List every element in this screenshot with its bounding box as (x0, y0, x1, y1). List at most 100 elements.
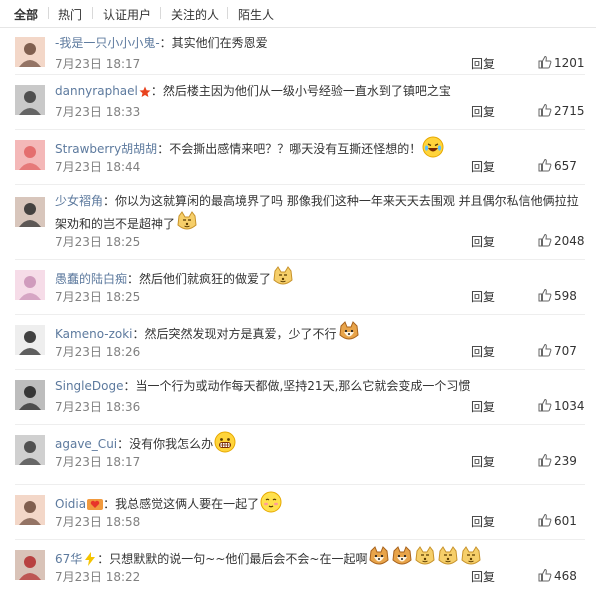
tab-divider (48, 7, 49, 19)
avatar-pink-icon[interactable] (15, 270, 45, 300)
like-count: 468 (554, 569, 577, 583)
thumbs-up-icon (538, 513, 552, 530)
tab-strangers[interactable]: 陌生人 (238, 6, 274, 23)
reply-button[interactable]: 回复 (471, 453, 495, 470)
avatar-girl-icon[interactable] (15, 37, 45, 67)
blush-emoji-icon (260, 491, 282, 519)
thumbs-up-icon (538, 55, 552, 72)
comment-text: ：只想默默的说一句~~他们最后会不会~在一起啊 (97, 552, 368, 566)
like-button[interactable]: 468 (538, 568, 577, 585)
comment-username[interactable]: agave_Cui (55, 437, 117, 451)
grin-emoji-icon (214, 431, 236, 459)
comment-timestamp: 7月23日 18:44 (55, 160, 141, 174)
comment-username[interactable]: 67华 (55, 552, 82, 566)
tab-divider (160, 7, 161, 19)
like-button[interactable]: 2715 (538, 103, 585, 120)
like-button[interactable]: 707 (538, 343, 577, 360)
comment-text: ：没有你我怎么办 (117, 437, 214, 451)
comment-timestamp: 7月23日 18:22 (55, 570, 141, 584)
avatar-cartoon-icon[interactable] (15, 140, 45, 170)
comment-item: 愚蠢的陆白痴：然后他们就疯狂的做爱了 7月23日 18:25 回复 598 (0, 260, 596, 315)
thumbs-up-icon (538, 103, 552, 120)
like-count: 657 (554, 159, 577, 173)
comment-text: ：然后楼主因为他们从一级小号经验一直水到了镇吧之宝 (150, 84, 451, 98)
comment-body: SingleDoge：当一个行为或动作每天都做,坚持21天,那么它就会变成一个习… (55, 376, 585, 396)
comment-username[interactable]: Kameno-zoki (55, 327, 133, 341)
comment-username[interactable]: 少女褶角 (55, 194, 103, 208)
like-count: 2048 (554, 234, 585, 248)
comment-item: dannyraphael ：然后楼主因为他们从一级小号经验一直水到了镇吧之宝 7月2… (0, 75, 596, 130)
thumbs-up-icon (538, 158, 552, 175)
reply-button[interactable]: 回复 (471, 55, 495, 72)
avatar-girl-icon[interactable] (15, 495, 45, 525)
like-count: 598 (554, 289, 577, 303)
comment-item: 67华 ：只想默默的说一句~~他们最后会不会~在一起啊 7月23日 18:22 回复 4… (0, 540, 596, 595)
comment-body: 少女褶角：你以为这就算闲的最高境界了吗 那像我们这种一年来天天去围观 并且偶尔私… (55, 191, 585, 239)
comment-item: agave_Cui：没有你我怎么办 7月23日 18:17 回复 239 (0, 425, 596, 485)
comment-timestamp: 7月23日 18:26 (55, 345, 141, 359)
thumbs-up-icon (538, 343, 552, 360)
comment-text: ：其实他们在秀恩爱 (159, 36, 268, 50)
avatar-gray-icon[interactable] (15, 435, 45, 465)
comment-filter-tabs: 全部 热门 认证用户 关注的人 陌生人 (0, 0, 596, 28)
comment-text: ：你以为这就算闲的最高境界了吗 那像我们这种一年来天天去围观 并且偶尔私信他俩拉… (55, 194, 579, 231)
like-button[interactable]: 598 (538, 288, 577, 305)
comment-username[interactable]: Oidia (55, 497, 86, 511)
comment-item: SingleDoge：当一个行为或动作每天都做,坚持21天,那么它就会变成一个习… (0, 370, 596, 425)
reply-button[interactable]: 回复 (471, 103, 495, 120)
comment-timestamp: 7月23日 18:58 (55, 515, 141, 529)
comment-text: ：然后突然发现对方是真爱，少了不行 (132, 327, 337, 341)
comment-item: Strawberry胡胡胡：不会撕出感情来吧？？哪天没有互撕还怪想的！ 7月23日… (0, 130, 596, 185)
comment-text: ：不会撕出感情来吧？？哪天没有互撕还怪想的！ (157, 142, 422, 156)
reply-button[interactable]: 回复 (471, 568, 495, 585)
reply-button[interactable]: 回复 (471, 398, 495, 415)
reply-button[interactable]: 回复 (471, 233, 495, 250)
like-button[interactable]: 1034 (538, 398, 585, 415)
shiba-emoji-icon (338, 321, 360, 349)
tab-all[interactable]: 全部 (14, 6, 38, 23)
comment-username[interactable]: 愚蠢的陆白痴 (55, 272, 127, 286)
comment-username[interactable]: SingleDoge (55, 379, 123, 393)
like-count: 239 (554, 454, 577, 468)
thumbs-up-icon (538, 233, 552, 250)
comment-timestamp: 7月23日 18:17 (55, 455, 141, 469)
doge-emoji-icon (437, 546, 459, 574)
reply-button[interactable]: 回复 (471, 158, 495, 175)
like-button[interactable]: 1201 (538, 55, 585, 72)
like-count: 707 (554, 344, 577, 358)
comment-username[interactable]: dannyraphael (55, 84, 138, 98)
like-count: 1034 (554, 399, 585, 413)
doge-emoji-icon (176, 211, 198, 239)
avatar-white-icon[interactable] (15, 325, 45, 355)
comment-item: Kameno-zoki：然后突然发现对方是真爱，少了不行 7月23日 18:26 回… (0, 315, 596, 370)
tab-following[interactable]: 关注的人 (171, 6, 219, 23)
like-button[interactable]: 601 (538, 513, 577, 530)
shiba-emoji-icon (368, 546, 390, 574)
avatar-red-icon[interactable] (15, 550, 45, 580)
thumbs-up-icon (538, 453, 552, 470)
avatar-group-icon[interactable] (15, 85, 45, 115)
comment-timestamp: 7月23日 18:25 (55, 290, 141, 304)
like-button[interactable]: 2048 (538, 233, 585, 250)
reply-button[interactable]: 回复 (471, 343, 495, 360)
like-count: 1201 (554, 56, 585, 70)
reply-button[interactable]: 回复 (471, 288, 495, 305)
comment-timestamp: 7月23日 18:25 (55, 235, 141, 249)
thumbs-up-icon (538, 568, 552, 585)
comment-body: -我是一只小小小鬼-：其实他们在秀恩爱 (55, 33, 585, 53)
like-button[interactable]: 239 (538, 453, 577, 470)
comment-username[interactable]: -我是一只小小小鬼- (55, 36, 160, 50)
tab-hot[interactable]: 热门 (58, 6, 82, 23)
reply-button[interactable]: 回复 (471, 513, 495, 530)
comment-username[interactable]: Strawberry胡胡胡 (55, 142, 157, 156)
avatar-girl-dark-icon[interactable] (15, 197, 45, 227)
comment-item: -我是一只小小小鬼-：其实他们在秀恩爱 7月23日 18:17 回复 1201 (0, 27, 596, 75)
avatar-dark-icon[interactable] (15, 380, 45, 410)
red-star-badge-icon (139, 84, 151, 104)
laugh-tears-emoji-icon (422, 136, 444, 164)
like-button[interactable]: 657 (538, 158, 577, 175)
shiba-emoji-icon (391, 546, 413, 574)
like-count: 601 (554, 514, 577, 528)
tab-verified-users[interactable]: 认证用户 (103, 6, 151, 23)
comment-timestamp: 7月23日 18:17 (55, 57, 141, 71)
